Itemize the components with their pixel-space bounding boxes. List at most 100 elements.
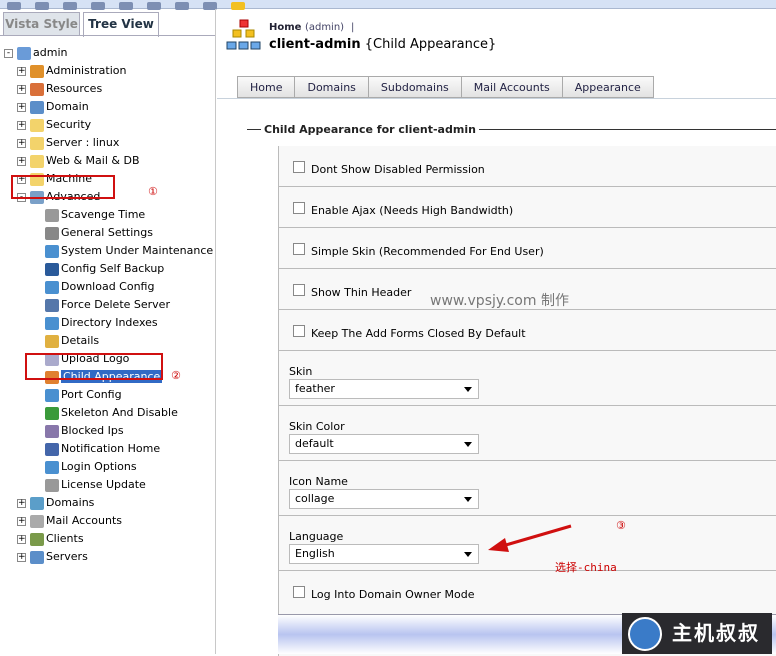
tree-item[interactable]: + Domain <box>17 98 89 116</box>
tree-item-label: Skeleton And Disable <box>61 406 178 419</box>
tree-item[interactable]: Port Config <box>45 386 122 404</box>
node-icon <box>45 334 59 348</box>
tree-item[interactable]: Skeleton And Disable <box>45 404 178 422</box>
tree-item-label: Web & Mail & DB <box>46 154 140 167</box>
tree-item[interactable]: Details <box>45 332 99 350</box>
node-icon <box>30 82 44 96</box>
checkbox[interactable] <box>293 161 305 173</box>
tree-item[interactable]: + Security <box>17 116 91 134</box>
tree-item-label: Resources <box>46 82 103 95</box>
tree-item[interactable]: System Under Maintenance <box>45 242 213 260</box>
tree-item[interactable]: + Domains <box>17 494 94 512</box>
checkbox-row: Keep The Add Forms Closed By Default <box>279 310 776 351</box>
mascot-icon <box>628 617 662 651</box>
node-icon <box>30 64 44 78</box>
checkbox-row: Dont Show Disabled Permission <box>279 146 776 187</box>
collapse-icon[interactable]: - <box>4 48 13 58</box>
node-icon <box>45 460 59 474</box>
expand-icon[interactable]: + <box>17 552 26 562</box>
site-badge: 主机叔叔 <box>622 613 772 654</box>
tab-mail-accounts[interactable]: Mail Accounts <box>460 76 562 98</box>
page-title: client-admin {Child Appearance} <box>269 37 496 52</box>
select-row: Icon Name collage <box>279 461 776 516</box>
select-row: Skin Color default <box>279 406 776 461</box>
node-icon <box>17 46 31 60</box>
tree-item[interactable]: Blocked Ips <box>45 422 124 440</box>
tab-domains[interactable]: Domains <box>294 76 368 98</box>
checkbox-row: Log Into Domain Owner Mode <box>279 571 776 615</box>
expand-icon[interactable]: + <box>17 102 26 112</box>
tree-view: - admin + Administration + Resources + Domain + S… <box>0 35 215 564</box>
tree-item[interactable]: + Mail Accounts <box>17 512 122 530</box>
tree-item[interactable]: Download Config <box>45 278 154 296</box>
annotation-3: ③ <box>616 519 626 532</box>
tree-item-label: Blocked Ips <box>61 424 124 437</box>
checkbox[interactable] <box>293 284 305 296</box>
tree-item[interactable]: Directory Indexes <box>45 314 158 332</box>
expand-icon[interactable]: + <box>17 66 26 76</box>
tree-item[interactable]: Config Self Backup <box>45 260 164 278</box>
checkbox[interactable] <box>293 325 305 337</box>
expand-icon[interactable]: + <box>17 120 26 130</box>
expand-icon[interactable]: + <box>17 534 26 544</box>
field-label: Skin Color <box>289 420 345 433</box>
checkbox[interactable] <box>293 202 305 214</box>
tree-item[interactable]: + Administration <box>17 62 127 80</box>
tree-item-label: Directory Indexes <box>61 316 158 329</box>
tab-subdomains[interactable]: Subdomains <box>367 76 461 98</box>
breadcrumb-home[interactable]: Home <box>269 22 301 33</box>
node-icon <box>45 388 59 402</box>
tree-item-label: Servers <box>46 550 88 563</box>
breadcrumb: Home (admin) | <box>269 22 354 33</box>
node-icon <box>45 244 59 258</box>
icon-name-select[interactable]: collage <box>289 489 479 509</box>
tree-item[interactable]: + Clients <box>17 530 84 548</box>
tree-item[interactable]: - admin <box>4 44 67 62</box>
tab-home[interactable]: Home <box>237 76 295 98</box>
checkbox[interactable] <box>293 586 305 598</box>
tree-item[interactable]: General Settings <box>45 224 153 242</box>
tree-item[interactable]: License Update <box>45 476 146 494</box>
tree-item-label: Domains <box>46 496 95 509</box>
tab-tree-view[interactable]: Tree View <box>83 12 159 37</box>
tree-item-label: Mail Accounts <box>46 514 122 527</box>
tree-item[interactable]: Notification Home <box>45 440 160 458</box>
checkbox[interactable] <box>293 243 305 255</box>
top-toolbar <box>0 0 776 10</box>
checkbox-label: Keep The Add Forms Closed By Default <box>311 327 526 340</box>
tab-vista-style[interactable]: Vista Style <box>3 12 80 35</box>
tree-item[interactable]: Login Options <box>45 458 137 476</box>
language-select[interactable]: English <box>289 544 479 564</box>
node-icon <box>30 550 44 564</box>
tree-item[interactable]: + Server : linux <box>17 134 119 152</box>
node-icon <box>45 226 59 240</box>
tree-item-label: Clients <box>46 532 84 545</box>
node-icon <box>45 442 59 456</box>
expand-icon[interactable]: + <box>17 516 26 526</box>
tree-item-label: License Update <box>61 478 146 491</box>
skin-select[interactable]: feather <box>289 379 479 399</box>
skin-color-select[interactable]: default <box>289 434 479 454</box>
tree-item-label: Domain <box>46 100 89 113</box>
tree-item[interactable]: + Servers <box>17 548 88 566</box>
expand-icon[interactable]: + <box>17 156 26 166</box>
expand-icon[interactable]: + <box>17 84 26 94</box>
node-icon <box>45 208 59 222</box>
checkbox-row: Enable Ajax (Needs High Bandwidth) <box>279 187 776 228</box>
expand-icon[interactable]: + <box>17 498 26 508</box>
node-icon <box>45 424 59 438</box>
tree-item[interactable]: Force Delete Server <box>45 296 170 314</box>
section-title: Child Appearance for client-admin <box>247 123 776 136</box>
expand-icon[interactable]: + <box>17 138 26 148</box>
tree-item[interactable]: + Resources <box>17 80 102 98</box>
node-icon <box>30 496 44 510</box>
node-icon <box>30 136 44 150</box>
tree-item-label: Config Self Backup <box>61 262 165 275</box>
tree-item[interactable]: + Web & Mail & DB <box>17 152 139 170</box>
checkbox-label: Enable Ajax (Needs High Bandwidth) <box>311 204 514 217</box>
checkbox-row: Simple Skin (Recommended For End User) <box>279 228 776 269</box>
breadcrumb-separator: | <box>351 22 355 33</box>
select-row: Skin feather <box>279 351 776 406</box>
tab-appearance[interactable]: Appearance <box>561 76 654 98</box>
tree-item[interactable]: Scavenge Time <box>45 206 145 224</box>
